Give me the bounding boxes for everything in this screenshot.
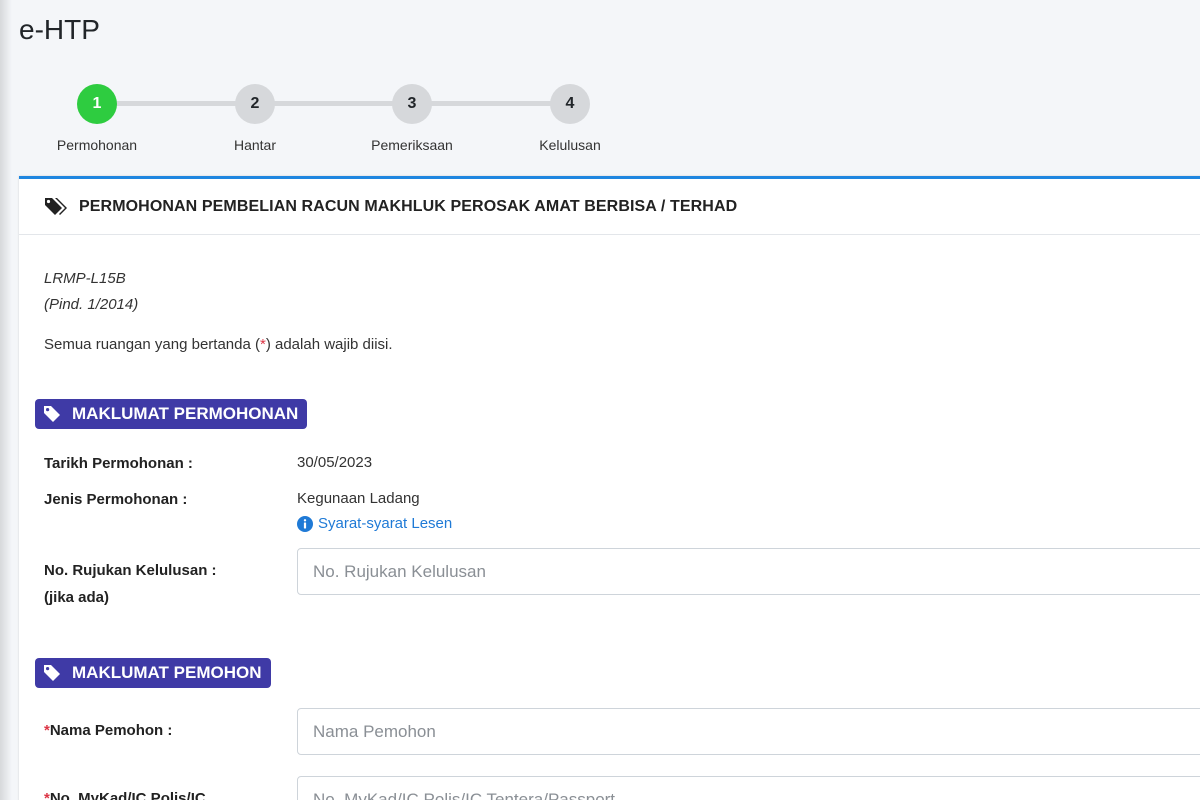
step-label: Pemeriksaan xyxy=(371,137,453,153)
note-text-end: ) adalah wajib diisi. xyxy=(265,336,393,353)
tags-icon xyxy=(45,197,67,215)
step-kelulusan[interactable]: 4 Kelulusan xyxy=(500,84,640,153)
form-code-number: LRMP-L15B xyxy=(44,270,126,287)
rujukan-kelulusan-title: No. Rujukan Kelulusan : xyxy=(44,562,217,579)
progress-stepper: 1 Permohonan 2 Hantar 3 Pemeriksaan 4 Ke… xyxy=(0,84,700,164)
step-hantar[interactable]: 2 Hantar xyxy=(185,84,325,153)
section-maklumat-pemohon: MAKLUMAT PEMOHON xyxy=(35,658,271,688)
nama-pemohon-input[interactable] xyxy=(297,708,1200,755)
form-revision: (Pind. 1/2014) xyxy=(44,296,139,313)
step-pemeriksaan[interactable]: 3 Pemeriksaan xyxy=(342,84,482,153)
mykad-text: No. MyKad/IC Polis/IC xyxy=(49,790,206,800)
step-number: 2 xyxy=(235,84,275,124)
step-label: Kelulusan xyxy=(539,137,601,153)
step-number: 1 xyxy=(77,84,117,124)
required-note: Semua ruangan yang bertanda (*) adalah w… xyxy=(44,336,393,353)
application-card: PERMOHONAN PEMBELIAN RACUN MAKHLUK PEROS… xyxy=(19,176,1200,800)
section-maklumat-permohonan: MAKLUMAT PERMOHONAN xyxy=(35,399,308,429)
step-number: 4 xyxy=(550,84,590,124)
note-text: Semua ruangan yang bertanda ( xyxy=(44,336,260,353)
syarat-lesen-text: Syarat-syarat Lesen xyxy=(318,515,453,532)
rujukan-kelulusan-input[interactable] xyxy=(297,548,1200,595)
tag-icon xyxy=(44,665,60,681)
jenis-permohonan-value: Kegunaan Ladang xyxy=(297,490,420,507)
tarikh-permohonan-label: Tarikh Permohonan : xyxy=(44,455,193,472)
page: e-HTP 1 Permohonan 2 Hantar 3 Pemeriksaa… xyxy=(0,0,1200,800)
rujukan-kelulusan-sublabel: (jika ada) xyxy=(44,589,110,606)
section-title: MAKLUMAT PEMOHON xyxy=(72,663,262,682)
syarat-lesen-link[interactable]: Syarat-syarat Lesen xyxy=(297,515,452,532)
step-label: Hantar xyxy=(233,137,277,153)
app-title: e-HTP xyxy=(19,14,100,45)
step-label: Permohonan xyxy=(56,137,138,153)
mykad-input[interactable] xyxy=(297,776,1200,800)
rujukan-kelulusan-label: No. Rujukan Kelulusan : (jika ada) xyxy=(44,557,217,611)
tarikh-permohonan-value: 30/05/2023 xyxy=(297,454,373,471)
jenis-permohonan-label: Jenis Permohonan : xyxy=(44,491,188,508)
section-title: MAKLUMAT PERMOHONAN xyxy=(72,404,299,423)
form-code: LRMP-L15B (Pind. 1/2014) xyxy=(44,266,138,318)
mykad-label: *No. MyKad/IC Polis/IC xyxy=(44,785,206,800)
tag-icon xyxy=(44,406,60,422)
nama-pemohon-text: Nama Pemohon : xyxy=(49,722,173,739)
info-circle-icon xyxy=(297,515,313,532)
card-title: PERMOHONAN PEMBELIAN RACUN MAKHLUK PEROS… xyxy=(79,197,738,215)
card-header: PERMOHONAN PEMBELIAN RACUN MAKHLUK PEROS… xyxy=(19,179,1200,235)
nama-pemohon-label: *Nama Pemohon : xyxy=(44,717,172,744)
step-number: 3 xyxy=(392,84,432,124)
step-permohonan[interactable]: 1 Permohonan xyxy=(27,84,167,153)
